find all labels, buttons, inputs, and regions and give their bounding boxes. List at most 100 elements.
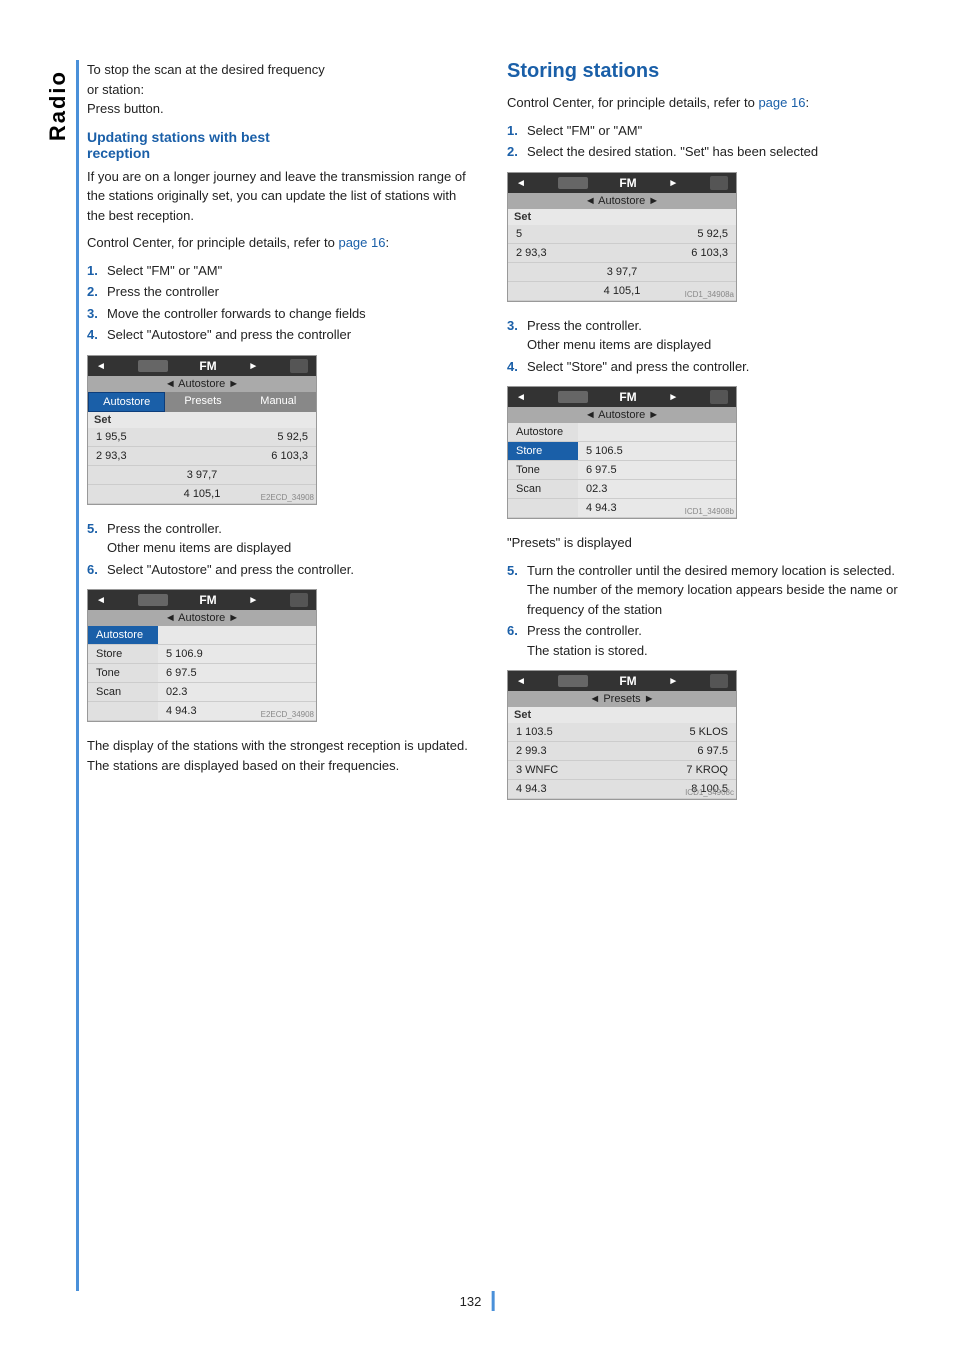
arrow-right-icon <box>248 360 258 372</box>
right-steps-list-3: 5. Turn the controller until the desired… <box>507 561 907 661</box>
arrow-left-icon-r2 <box>516 391 526 403</box>
tab-manual[interactable]: Manual <box>241 392 316 412</box>
menu-row-r2-autostore: Autostore <box>508 423 736 442</box>
watermark-r2: ICD1_34908b <box>685 507 734 516</box>
step-5: 5. Press the controller.Other menu items… <box>87 519 477 558</box>
settings-icon-2 <box>290 593 308 607</box>
step-4: 4. Select "Autostore" and press the cont… <box>87 325 477 345</box>
bottom-text: The display of the stations with the str… <box>87 736 477 775</box>
menu-value-autostore <box>158 626 316 644</box>
screen-set-row: Set <box>88 412 316 428</box>
menu-value-scan: 02.3 <box>158 683 316 701</box>
menu-row-autostore: Autostore <box>88 626 316 645</box>
page-link-right[interactable]: page 16 <box>758 95 805 110</box>
screen-sub-r1: ◄ Autostore ► <box>508 193 736 209</box>
right-step-5: 5. Turn the controller until the desired… <box>507 561 907 620</box>
sidebar-label: Radio <box>45 70 71 141</box>
screen-sub-r2: ◄ Autostore ► <box>508 407 736 423</box>
cell-3-97: 3 97,7 <box>88 466 316 485</box>
intro-text: To stop the scan at the desired frequenc… <box>87 60 477 119</box>
settings-icon <box>290 359 308 373</box>
section-body-2: Control Center, for principle details, r… <box>87 233 477 253</box>
cell-5-92: 5 92,5 <box>202 428 316 447</box>
tab-presets[interactable]: Presets <box>165 392 240 412</box>
cell-r3-3: 3 WNFC <box>508 761 622 780</box>
screen-menu-r2: Autostore Store 5 106.5 Tone 6 97.5 Scan… <box>508 423 736 518</box>
cell-r3-4: 4 94.3 <box>508 780 622 799</box>
menu-value-r2-autostore <box>578 423 736 441</box>
sidebar: Radio <box>40 60 76 1291</box>
screen-header-2: FM <box>88 590 316 610</box>
radio-icon-r3 <box>558 675 588 687</box>
cell-r3-6: 6 97.5 <box>622 742 736 761</box>
tab-autostore[interactable]: Autostore <box>88 392 165 412</box>
section-body-1: If you are on a longer journey and leave… <box>87 167 477 226</box>
screen-set-row-r1: Set <box>508 209 736 225</box>
cell-r3-7kroq: 7 KROQ <box>622 761 736 780</box>
menu-value-store: 5 106.9 <box>158 645 316 663</box>
menu-label-store: Store <box>88 645 158 663</box>
radio-icon-2 <box>138 594 168 606</box>
fm-label-r1: FM <box>619 176 636 190</box>
menu-label-scan: Scan <box>88 683 158 701</box>
screen-sub-r3: ◄ Presets ► <box>508 691 736 707</box>
screen-header-r3: FM <box>508 671 736 691</box>
section-heading-storing: Storing stations <box>507 60 907 83</box>
cell-r1-592: 5 92,5 <box>622 225 736 244</box>
settings-icon-r1 <box>710 176 728 190</box>
left-column: To stop the scan at the desired frequenc… <box>87 60 477 1291</box>
arrow-right-icon-r2 <box>668 391 678 403</box>
section-heading-updating: Updating stations with best reception <box>87 129 477 161</box>
fm-label-2: FM <box>199 593 216 607</box>
screen-mock-2-left: FM ◄ Autostore ► Autostore Store 5 106.9 <box>87 589 317 722</box>
menu-value-r2-store: 5 106.5 <box>578 442 736 460</box>
screen-header-r1: FM <box>508 173 736 193</box>
right-step-6: 6. Press the controller.The station is s… <box>507 621 907 660</box>
page-link-1[interactable]: page 16 <box>338 235 385 250</box>
settings-icon-r3 <box>710 674 728 688</box>
right-steps-list-2: 3. Press the controller.Other menu items… <box>507 316 907 377</box>
content-area: To stop the scan at the desired frequenc… <box>87 60 914 1291</box>
watermark-1: E2ECD_34908 <box>261 493 314 502</box>
step-3: 3. Move the controller forwards to chang… <box>87 304 477 324</box>
presets-label: "Presets" is displayed <box>507 533 907 553</box>
menu-value-tone: 6 97.5 <box>158 664 316 682</box>
right-step-4: 4. Select "Store" and press the controll… <box>507 357 907 377</box>
menu-label-r2-scan: Scan <box>508 480 578 498</box>
right-column: Storing stations Control Center, for pri… <box>507 60 907 1291</box>
fm-label: FM <box>199 359 216 373</box>
menu-row-r2-store: Store 5 106.5 <box>508 442 736 461</box>
cell-r3-1: 1 103.5 <box>508 723 622 742</box>
menu-label-r2-tone: Tone <box>508 461 578 479</box>
arrow-left-icon-2 <box>96 594 106 606</box>
menu-row-scan: Scan 02.3 <box>88 683 316 702</box>
cell-r3-2: 2 99.3 <box>508 742 622 761</box>
screen-header-1: FM <box>88 356 316 376</box>
steps-list-1: 1. Select "FM" or "AM" 2. Press the cont… <box>87 261 477 345</box>
page-number: 132 <box>460 1294 482 1309</box>
cell-r1-397: 3 97,7 <box>508 263 736 282</box>
screen-menu-2: Autostore Store 5 106.9 Tone 6 97.5 Scan… <box>88 626 316 721</box>
cell-r1-5: 5 <box>508 225 622 244</box>
fm-label-r3: FM <box>619 674 636 688</box>
menu-label-empty <box>88 702 158 720</box>
blue-border-line <box>76 60 79 1291</box>
cell-r1-6103: 6 103,3 <box>622 244 736 263</box>
screen-mock-3-right: FM ◄ Presets ► Set 1 103.5 5 KLOS 2 99.3… <box>507 670 737 800</box>
right-step-1: 1. Select "FM" or "AM" <box>507 121 907 141</box>
screen-tabs: Autostore Presets Manual <box>88 392 316 412</box>
arrow-right-icon-r3 <box>668 675 678 687</box>
cell-1-95: 1 95,5 <box>88 428 202 447</box>
menu-row-store: Store 5 106.9 <box>88 645 316 664</box>
step-2: 2. Press the controller <box>87 282 477 302</box>
step-6: 6. Select "Autostore" and press the cont… <box>87 560 477 580</box>
menu-value-r2-tone: 6 97.5 <box>578 461 736 479</box>
arrow-left-icon-r3 <box>516 675 526 687</box>
screen-sub-autostore: ◄ Autostore ► <box>88 376 316 392</box>
radio-icon-r2 <box>558 391 588 403</box>
step-1: 1. Select "FM" or "AM" <box>87 261 477 281</box>
menu-label-r2-empty <box>508 499 578 517</box>
arrow-right-icon-r1 <box>668 177 678 189</box>
screen-header-r2: FM <box>508 387 736 407</box>
menu-row-r2-scan: Scan 02.3 <box>508 480 736 499</box>
